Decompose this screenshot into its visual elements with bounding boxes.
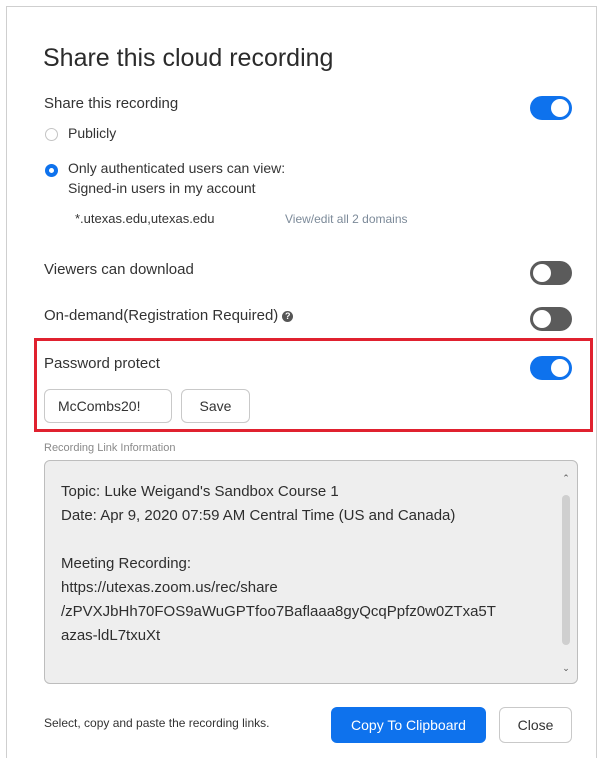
password-protect-label: Password protect (44, 355, 160, 372)
topic-text: Topic: Luke Weigand's Sandbox Course 1 (61, 483, 339, 500)
domains-text: *.utexas.edu,utexas.edu (75, 211, 215, 226)
radio-authenticated-label[interactable]: Only authenticated users can view: (68, 160, 285, 176)
toggle-knob (533, 310, 551, 328)
viewers-download-label: Viewers can download (44, 261, 194, 278)
textarea-scrollbar[interactable]: ⌃ ⌄ (561, 473, 571, 673)
auth-detail-text: Signed-in users in my account (68, 180, 256, 196)
password-input[interactable]: McCombs20! (44, 389, 172, 423)
footer-hint: Select, copy and paste the recording lin… (44, 716, 270, 730)
on-demand-toggle[interactable] (530, 307, 572, 331)
copy-to-clipboard-button[interactable]: Copy To Clipboard (331, 707, 486, 743)
close-button[interactable]: Close (499, 707, 572, 743)
date-text: Date: Apr 9, 2020 07:59 AM Central Time … (61, 507, 456, 524)
scroll-up-icon[interactable]: ⌃ (561, 473, 571, 483)
meeting-recording-label: Meeting Recording: (61, 555, 192, 572)
share-recording-label: Share this recording (44, 95, 179, 112)
on-demand-label-text: On-demand(Registration Required) (44, 307, 279, 324)
radio-publicly-label[interactable]: Publicly (68, 125, 116, 141)
save-password-button[interactable]: Save (181, 389, 250, 423)
password-protect-toggle[interactable] (530, 356, 572, 380)
recording-link-info-label: Recording Link Information (44, 442, 176, 454)
scroll-down-icon[interactable]: ⌄ (561, 663, 571, 673)
recording-link-textarea[interactable]: Topic: Luke Weigand's Sandbox Course 1 D… (44, 460, 578, 684)
on-demand-label: On-demand(Registration Required)? (44, 307, 294, 324)
recording-url-line1: https://utexas.zoom.us/rec/share (61, 579, 278, 596)
radio-authenticated[interactable] (45, 164, 58, 177)
question-circle-icon[interactable]: ? (282, 311, 294, 322)
dialog-title: Share this cloud recording (43, 44, 334, 72)
toggle-knob (551, 359, 569, 377)
toggle-knob (551, 99, 569, 117)
toggle-knob (533, 264, 551, 282)
share-recording-toggle[interactable] (530, 96, 572, 120)
view-edit-domains-link[interactable]: View/edit all 2 domains (285, 212, 408, 226)
viewers-download-toggle[interactable] (530, 261, 572, 285)
recording-url-line2: /zPVXJbHh70FOS9aWuGPTfoo7Baflaaa8gyQcqPp… (61, 603, 496, 620)
scroll-thumb[interactable] (562, 495, 570, 645)
recording-url-line3: azas-ldL7txuXt (61, 627, 161, 644)
radio-publicly[interactable] (45, 128, 58, 141)
